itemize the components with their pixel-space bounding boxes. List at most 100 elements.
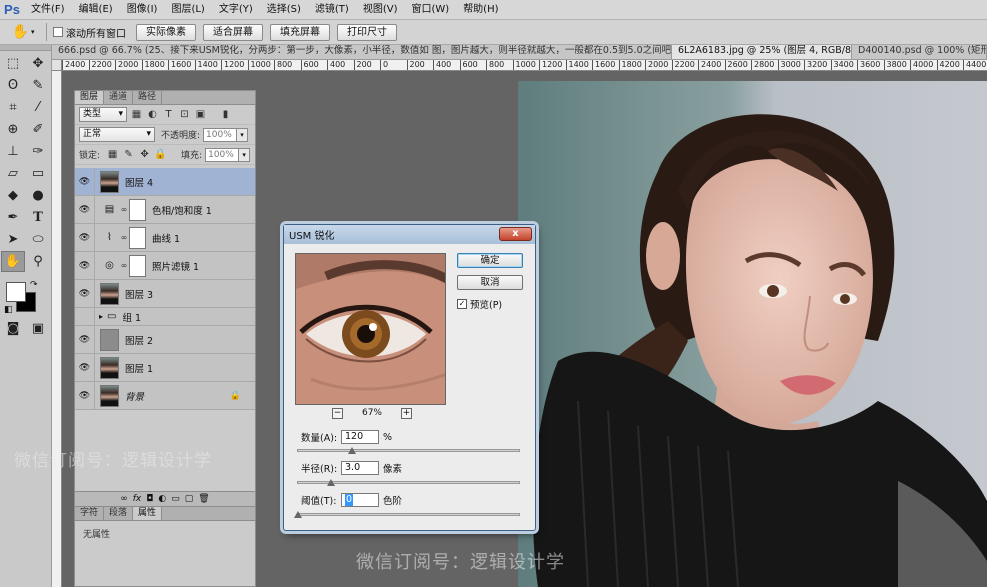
amount-slider[interactable] — [297, 447, 520, 454]
actual-pixels-button[interactable]: 实际像素 — [136, 23, 196, 41]
doc-tab-d400140[interactable]: D400140.psd @ 100% (矩形 2 副 — [852, 45, 987, 59]
layer-row[interactable]: 👁 背景 🔒 — [75, 382, 255, 410]
tab-properties[interactable]: 属性 — [133, 507, 163, 520]
adjustment-filter-icon[interactable]: ◐ — [146, 108, 159, 121]
menu-filter[interactable]: 滤镜(T) — [308, 0, 356, 20]
layer-group-row[interactable]: ▸ ▭ 组 1 — [75, 308, 255, 326]
eye-icon[interactable]: 👁 — [75, 252, 95, 279]
layer-row[interactable]: 👁 ⌇ ∞ 曲线 1 — [75, 224, 255, 252]
eraser-tool-icon[interactable]: ▱ — [1, 163, 25, 184]
threshold-input[interactable]: 0 — [341, 493, 379, 507]
scroll-all-windows-checkbox[interactable]: 滚动所有窗口 — [53, 25, 126, 40]
dialog-title[interactable]: USM 锐化 — [284, 225, 535, 244]
layer-row[interactable]: 👁 图层 2 — [75, 326, 255, 354]
doc-tab-666-psd[interactable]: 666.psd @ 66.7% (25、接下来USM锐化，分两步：第一步，大像素… — [52, 45, 672, 59]
smart-object-filter-icon[interactable]: ▣ — [194, 108, 207, 121]
move-tool-icon[interactable]: ✥ — [26, 53, 50, 74]
menu-edit[interactable]: 编辑(E) — [72, 0, 120, 20]
slider-thumb[interactable] — [294, 511, 302, 518]
expand-arrow-icon[interactable]: ▸ — [99, 312, 103, 321]
link-icon[interactable]: ∞ — [119, 205, 129, 214]
pen-tool-icon[interactable]: ✒ — [1, 207, 25, 228]
history-brush-tool-icon[interactable]: ✑ — [26, 141, 50, 162]
slider-thumb[interactable] — [347, 447, 356, 454]
trash-icon[interactable]: 🗑 — [198, 494, 209, 504]
eye-icon[interactable]: 👁 — [75, 280, 95, 307]
link-icon[interactable]: ∞ — [119, 233, 129, 242]
foreground-color[interactable] — [6, 282, 26, 302]
lock-all-icon[interactable]: 🔒 — [154, 148, 167, 161]
menu-window[interactable]: 窗口(W) — [404, 0, 456, 20]
new-layer-icon[interactable]: ▢ — [185, 494, 194, 504]
slider-thumb[interactable] — [327, 479, 336, 486]
checkmark-icon[interactable]: ✓ — [457, 299, 467, 309]
eyedropper-tool-icon[interactable]: ⁄ — [26, 97, 50, 118]
default-colors-icon[interactable]: ◧ — [4, 305, 13, 315]
threshold-slider[interactable] — [294, 511, 520, 518]
opacity-input[interactable]: 100% — [203, 127, 238, 142]
tab-paths[interactable]: 路径 — [133, 91, 163, 104]
layer-row[interactable]: 👁 图层 4 — [75, 168, 255, 196]
menu-image[interactable]: 图像(I) — [120, 0, 165, 20]
eye-icon[interactable]: 👁 — [75, 354, 95, 381]
type-tool-icon[interactable]: T — [26, 207, 50, 228]
adjustment-icon[interactable]: ◐ — [158, 494, 166, 504]
layer-row[interactable]: 👁 ▤ ∞ 色相/饱和度 1 — [75, 196, 255, 224]
print-size-button[interactable]: 打印尺寸 — [337, 23, 397, 41]
path-select-tool-icon[interactable]: ➤ — [1, 229, 25, 250]
hand-tool-preset[interactable]: ✋ ▾ — [4, 22, 42, 43]
doc-tab-6l2a6183[interactable]: 6L2A6183.jpg @ 25% (图层 4, RGB/8) * × — [672, 45, 852, 59]
eye-icon[interactable]: 👁 — [75, 382, 95, 409]
lock-position-icon[interactable]: ✥ — [138, 148, 151, 161]
amount-input[interactable]: 120 — [341, 430, 379, 444]
marquee-tool-icon[interactable]: ⬚ — [1, 53, 25, 74]
menu-type[interactable]: 文字(Y) — [212, 0, 260, 20]
tab-character[interactable]: 字符 — [75, 507, 105, 520]
ok-button[interactable]: 确定 — [457, 253, 523, 268]
eye-icon[interactable]: 👁 — [75, 196, 95, 223]
chevron-down-icon[interactable]: ▾ — [237, 127, 249, 142]
radius-slider[interactable] — [297, 479, 520, 486]
tab-channels[interactable]: 通道 — [104, 91, 134, 104]
radius-input[interactable]: 3.0 — [341, 461, 379, 475]
tab-paragraph[interactable]: 段落 — [104, 507, 134, 520]
brush-tool-icon[interactable]: ✐ — [26, 119, 50, 140]
mask-icon[interactable]: ◘ — [146, 494, 153, 504]
chevron-down-icon[interactable]: ▾ — [239, 147, 251, 162]
folder-icon[interactable]: ▭ — [171, 494, 180, 504]
screen-mode-icon[interactable]: ▣ — [26, 318, 50, 339]
fx-icon[interactable]: fx — [133, 494, 142, 504]
dodge-tool-icon[interactable]: ● — [26, 185, 50, 206]
quick-select-tool-icon[interactable]: ✎ — [26, 75, 50, 96]
blur-tool-icon[interactable]: ◆ — [1, 185, 25, 206]
type-filter-icon[interactable]: T — [162, 108, 175, 121]
lasso-tool-icon[interactable]: ʘ — [1, 75, 25, 96]
vertical-ruler[interactable] — [52, 71, 62, 587]
zoom-tool-icon[interactable]: ⚲ — [26, 251, 50, 272]
zoom-in-button[interactable]: + — [400, 407, 412, 419]
eye-off-icon[interactable] — [75, 308, 95, 325]
eye-icon[interactable]: 👁 — [75, 326, 95, 353]
menu-file[interactable]: 文件(F) — [24, 0, 72, 20]
tab-layers[interactable]: 图层 — [75, 91, 105, 104]
link-icon[interactable]: ∞ — [120, 494, 128, 504]
link-icon[interactable]: ∞ — [119, 261, 129, 270]
ruler-corner[interactable] — [52, 60, 62, 71]
cancel-button[interactable]: 取消 — [457, 275, 523, 290]
lock-transparency-icon[interactable]: ▦ — [106, 148, 119, 161]
fill-input[interactable]: 100% — [205, 147, 240, 162]
fit-screen-button[interactable]: 适合屏幕 — [203, 23, 263, 41]
kind-filter-select[interactable]: 类型 ▾ — [79, 107, 127, 122]
close-button[interactable]: x — [499, 227, 532, 241]
filter-preview[interactable] — [295, 253, 446, 405]
checkbox-box[interactable] — [53, 27, 63, 37]
blend-mode-select[interactable]: 正常 ▾ — [79, 127, 155, 142]
preview-checkbox[interactable]: ✓ 预览(P) — [457, 297, 502, 311]
shape-tool-icon[interactable]: ⬭ — [26, 229, 50, 250]
menu-layer[interactable]: 图层(L) — [164, 0, 211, 20]
quick-mask-icon[interactable]: ◙ — [1, 318, 25, 339]
document-photo[interactable] — [518, 81, 987, 587]
fill-screen-button[interactable]: 填充屏幕 — [270, 23, 330, 41]
gradient-tool-icon[interactable]: ▭ — [26, 163, 50, 184]
pixel-filter-icon[interactable]: ▦ — [130, 108, 143, 121]
